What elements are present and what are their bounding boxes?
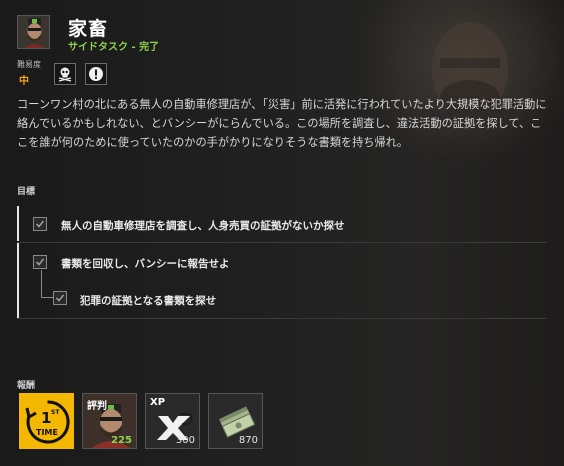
reward-value: 870 xyxy=(238,435,258,446)
first-time-number: 1 xyxy=(41,409,51,427)
objective-2: 書類を回収し、バンシーに報告せよ 犯罪の証拠となる書類を探せ xyxy=(17,243,547,318)
objectives-label: 目標 xyxy=(17,187,36,197)
mission-status: サイドタスク - 完了 xyxy=(68,42,160,53)
divider xyxy=(17,318,547,319)
checkbox-checked-icon xyxy=(53,291,67,305)
skull-icon xyxy=(54,63,76,85)
rewards-label: 報酬 xyxy=(17,381,36,391)
reward-first-time[interactable]: 1 ST TIME xyxy=(19,393,74,449)
first-time-label: TIME xyxy=(36,428,58,437)
difficulty-label: 難易度 xyxy=(17,60,41,69)
subobjective-connector xyxy=(41,270,53,298)
objective-text: 無人の自動車修理店を調査し、人身売買の証拠がないか探せ xyxy=(61,220,345,232)
mission-panel: 家畜 サイドタスク - 完了 難易度 中 コーンワン村の北にある無人の自動車修理… xyxy=(0,0,564,466)
objectives-list: 無人の自動車修理店を調査し、人身売買の証拠がないか探せ 書類を回収し、バンシーに… xyxy=(17,206,547,318)
first-time-suffix: ST xyxy=(51,409,60,416)
mission-title: 家畜 xyxy=(68,18,109,40)
reward-value: 225 xyxy=(111,435,132,446)
mission-description: コーンワン村の北にある無人の自動車修理店が、「災害」前に活発に行われていたより大… xyxy=(17,98,547,149)
reward-name: 評判 xyxy=(87,401,107,412)
first-time-icon: 1 ST TIME xyxy=(25,400,70,444)
subobjective-text: 犯罪の証拠となる書類を探せ xyxy=(80,295,217,307)
reward-cash[interactable]: 870 xyxy=(208,393,263,449)
alert-icon xyxy=(85,63,107,85)
giver-avatar xyxy=(17,15,50,49)
checkbox-checked-icon xyxy=(33,255,47,269)
reward-xp[interactable]: XP 300 xyxy=(145,393,200,449)
objective-1: 無人の自動車修理店を調査し、人身売買の証拠がないか探せ xyxy=(17,206,547,241)
reward-value: 300 xyxy=(175,435,195,446)
reward-reputation[interactable]: 評判 225 xyxy=(82,393,137,449)
difficulty-value: 中 xyxy=(19,76,29,87)
checkbox-checked-icon xyxy=(33,217,47,231)
objective-text: 書類を回収し、バンシーに報告せよ xyxy=(61,258,230,270)
